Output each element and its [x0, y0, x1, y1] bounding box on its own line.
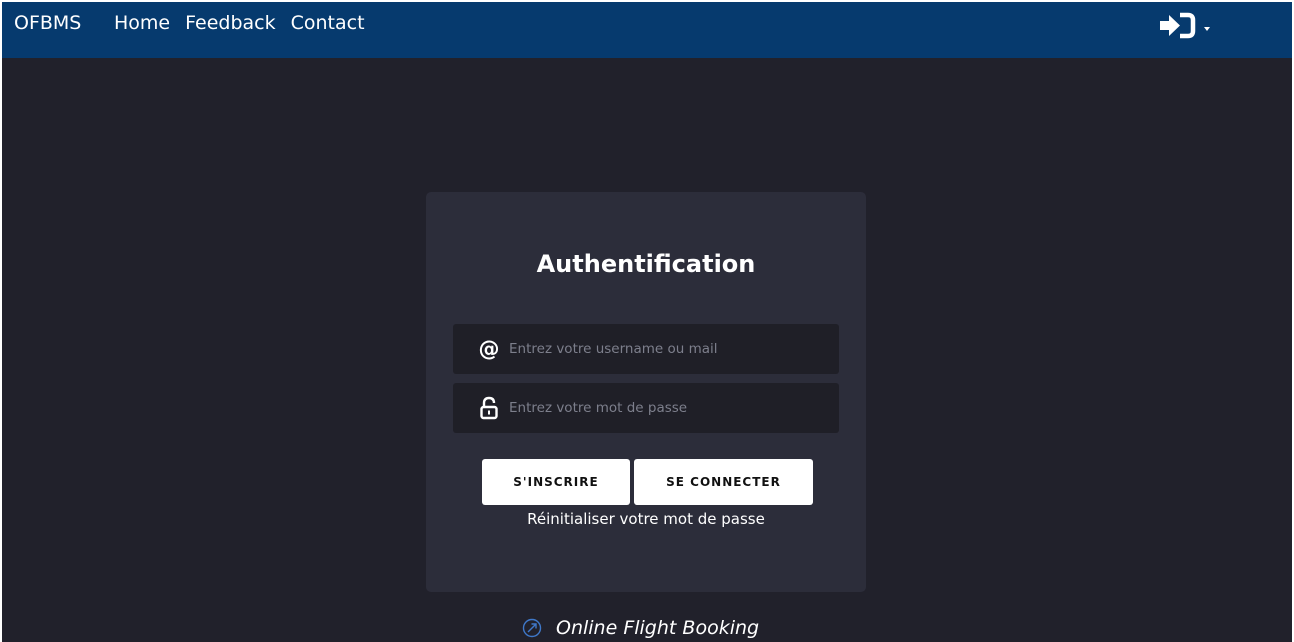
signup-button[interactable]: S'INSCRIRE	[482, 459, 630, 505]
login-button[interactable]: SE CONNECTER	[634, 459, 813, 505]
password-field	[453, 383, 839, 433]
nav-link-home[interactable]: Home	[114, 12, 170, 34]
login-card: Authentification @ S'INSCRIRE SE CONNECT…	[426, 192, 866, 592]
at-icon: @	[479, 337, 500, 361]
footer-text: Online Flight Booking	[556, 617, 760, 639]
password-input[interactable]	[509, 383, 829, 433]
username-input[interactable]	[509, 324, 829, 374]
reset-password-link[interactable]: Réinitialiser votre mot de passe	[426, 509, 866, 529]
page-background: OFBMS Home Feedback Contact Authentifica…	[2, 2, 1292, 642]
sign-in-icon	[1160, 12, 1196, 39]
login-title: Authentification	[536, 250, 756, 278]
compass-icon	[522, 618, 542, 638]
brand-logo-link[interactable]: OFBMS	[14, 12, 81, 34]
nav-links: Home Feedback Contact	[114, 12, 365, 34]
footer: Online Flight Booking	[522, 614, 759, 642]
chevron-down-icon	[1204, 27, 1210, 31]
lock-icon	[480, 396, 498, 420]
username-field: @	[453, 324, 839, 374]
login-dropdown-toggle[interactable]	[1158, 11, 1210, 41]
nav-link-contact[interactable]: Contact	[291, 12, 365, 34]
svg-text:@: @	[479, 337, 500, 361]
top-navbar: OFBMS Home Feedback Contact	[2, 2, 1292, 58]
nav-link-feedback[interactable]: Feedback	[185, 12, 275, 34]
